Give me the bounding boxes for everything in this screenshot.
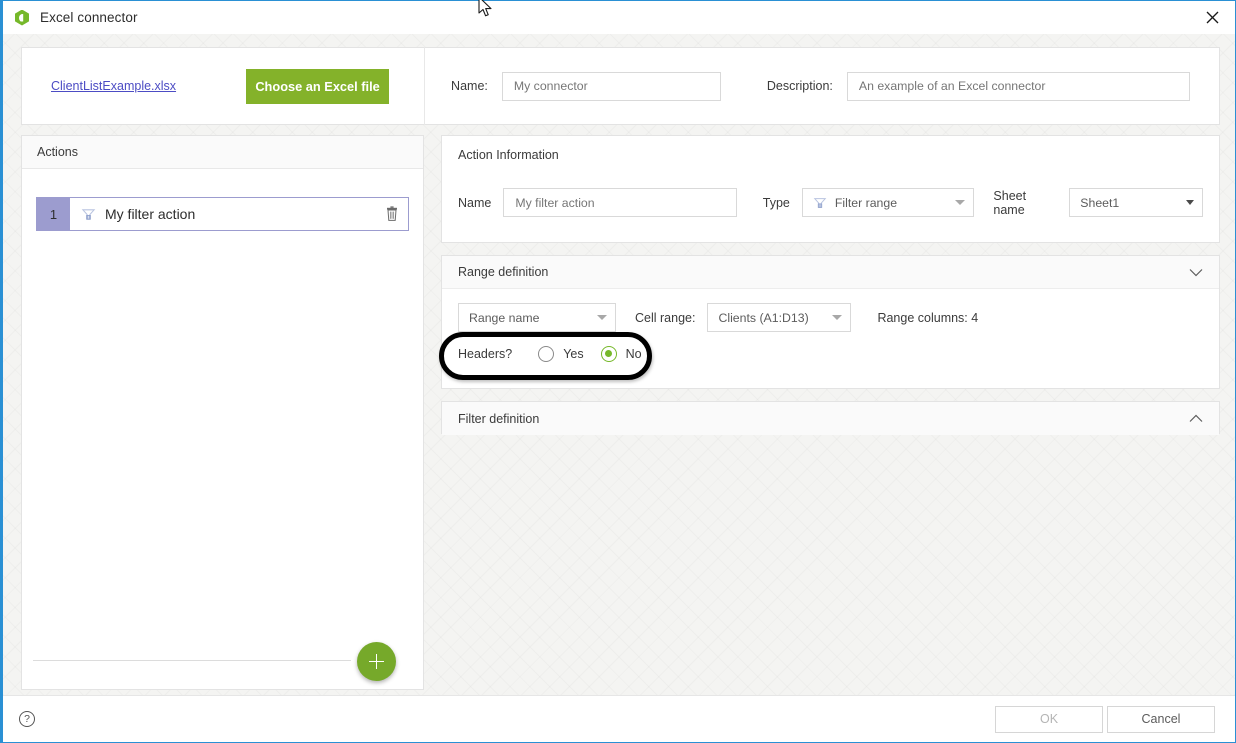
headers-radio-yes[interactable]: Yes	[538, 346, 584, 362]
chevron-down-icon	[1186, 200, 1194, 205]
add-action-divider	[33, 660, 351, 661]
actions-panel-title: Actions	[22, 136, 423, 169]
range-columns-text: Range columns: 4	[877, 310, 979, 325]
choose-excel-file-button[interactable]: Choose an Excel file	[246, 68, 390, 104]
connector-header-panel: ClientListExample.xlsx Choose an Excel f…	[21, 47, 1220, 125]
filter-definition-header[interactable]: Filter definition	[442, 402, 1219, 435]
action-information-title: Action Information	[458, 148, 559, 162]
sheet-name-value: Sheet1	[1080, 195, 1120, 210]
close-icon	[1206, 11, 1219, 23]
range-kind-dropdown[interactable]: Range name	[458, 303, 616, 332]
action-information-panel: Action Information Name My filter action…	[441, 135, 1220, 243]
connector-name-label: Name:	[451, 79, 488, 93]
action-item-label: My filter action	[105, 206, 196, 222]
range-kind-value: Range name	[469, 310, 540, 325]
action-name-input[interactable]: My filter action	[503, 188, 737, 217]
connector-description-label: Description:	[766, 79, 833, 93]
headers-option-row: Headers? Yes No	[458, 346, 642, 362]
filter-range-icon	[813, 197, 827, 208]
action-list-item[interactable]: 1 My filter action	[36, 197, 409, 231]
connector-name-input[interactable]: My connector	[501, 71, 721, 101]
radio-circle-selected-icon	[600, 346, 617, 362]
excel-connector-dialog: Excel connector ClientListExample.xlsx C…	[0, 0, 1236, 743]
action-detail-column: Action Information Name My filter action…	[439, 135, 1220, 435]
cell-range-dropdown[interactable]: Clients (A1:D13)	[707, 303, 852, 332]
action-information-fields: Name My filter action Type Filter range	[458, 188, 1203, 217]
action-type-label: Type	[762, 195, 790, 210]
chevron-up-icon[interactable]	[1189, 414, 1203, 423]
dialog-content: ClientListExample.xlsx Choose an Excel f…	[3, 34, 1235, 695]
cancel-button[interactable]: Cancel	[1107, 705, 1215, 733]
headers-radio-no-label: No	[625, 347, 642, 361]
title-bar: Excel connector	[3, 1, 1235, 34]
filter-definition-panel: Filter definition	[441, 401, 1220, 435]
sheet-name-label: Sheet name	[993, 188, 1027, 217]
sheet-name-dropdown[interactable]: Sheet1	[1069, 188, 1203, 217]
chevron-down-icon	[832, 315, 843, 320]
action-name-label: Name	[458, 195, 492, 210]
headers-radio-yes-label: Yes	[563, 347, 584, 361]
range-definition-panel: Range definition Range name Cell range: …	[439, 255, 1220, 389]
chevron-down-icon[interactable]	[1189, 268, 1203, 277]
trash-icon[interactable]	[385, 206, 399, 222]
help-icon[interactable]: ?	[19, 711, 35, 727]
action-type-value: Filter range	[834, 195, 898, 210]
range-definition-row: Range name Cell range: Clients (A1:D13) …	[458, 303, 978, 332]
range-definition-header[interactable]: Range definition	[442, 256, 1219, 289]
action-type-dropdown[interactable]: Filter range	[801, 188, 975, 217]
dialog-footer: ? OK Cancel	[3, 695, 1235, 742]
cell-range-value: Clients (A1:D13)	[718, 310, 809, 325]
range-definition-title: Range definition	[458, 265, 549, 279]
filter-range-icon	[81, 208, 96, 220]
action-item-index: 1	[37, 198, 70, 230]
add-action-button[interactable]	[357, 642, 396, 681]
close-button[interactable]	[1190, 1, 1235, 33]
chevron-down-icon	[955, 200, 966, 205]
ok-button[interactable]: OK	[995, 705, 1103, 733]
window-title: Excel connector	[40, 10, 138, 25]
headers-label: Headers?	[458, 347, 513, 361]
headers-radio-no[interactable]: No	[600, 346, 642, 362]
chevron-down-icon	[597, 315, 607, 320]
filter-definition-title: Filter definition	[458, 411, 540, 426]
excel-file-link[interactable]: ClientListExample.xlsx	[51, 79, 176, 93]
action-item-body[interactable]: My filter action	[70, 198, 408, 230]
radio-circle-icon	[538, 346, 555, 362]
connector-description-input[interactable]: An example of an Excel connector	[846, 71, 1190, 101]
header-divider	[424, 47, 426, 125]
actions-panel: Actions 1 My filter action	[21, 135, 424, 690]
cell-range-label: Cell range:	[635, 310, 696, 325]
excel-connector-icon	[14, 9, 30, 26]
